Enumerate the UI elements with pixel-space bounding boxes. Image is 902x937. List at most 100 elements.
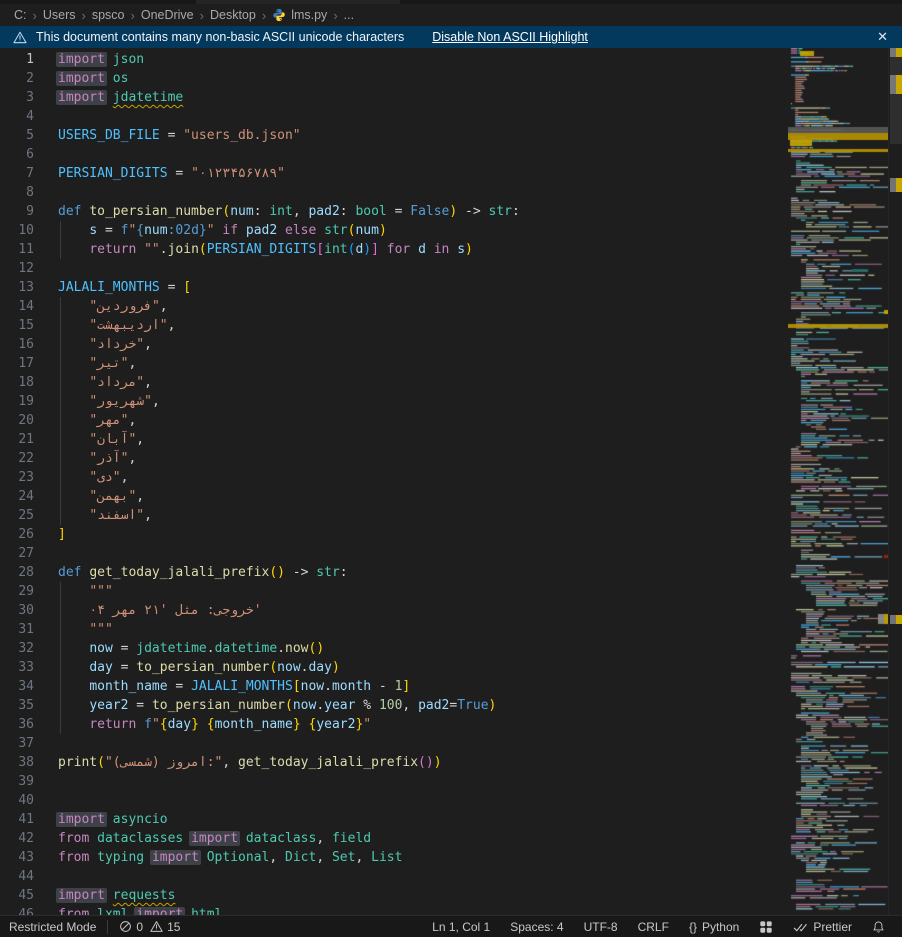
code-token: { (160, 717, 168, 732)
code-token: List (371, 850, 402, 865)
restricted-mode-badge[interactable]: Restricted Mode (0, 916, 105, 937)
code-token: " (152, 717, 160, 732)
code-token: ( (285, 698, 293, 713)
line-number: 4 (0, 107, 34, 126)
code-token: in (434, 242, 450, 257)
code-line[interactable]: 6 (0, 145, 58, 164)
code-line[interactable]: 7PERSIAN_DIGITS = "۰۱۲۳۴۵۶۷۸۹" (0, 164, 285, 183)
statusbar-item-language-mode[interactable]: {}Python (680, 916, 748, 937)
code-line[interactable]: 12 (0, 259, 58, 278)
code-token: , (121, 470, 129, 485)
code-line[interactable]: 20 "مهر", (0, 411, 136, 430)
code-line[interactable]: 1import json (0, 50, 144, 69)
statusbar-item-grid[interactable] (750, 916, 782, 937)
code-line[interactable]: 32 now = jdatetime.datetime.now() (0, 639, 324, 658)
statusbar-item-cursor-position[interactable]: Ln 1, Col 1 (423, 916, 499, 937)
code-line[interactable]: 25 "اسفند", (0, 506, 152, 525)
code-token (199, 850, 207, 865)
code-line[interactable]: 35 year2 = to_persian_number(now.year % … (0, 696, 496, 715)
overview-ruler[interactable] (888, 48, 902, 915)
code-line[interactable]: 21 "آبان", (0, 430, 144, 449)
code-line[interactable]: 37 (0, 734, 58, 753)
code-line[interactable]: 3import jdatetime (0, 88, 183, 107)
scrollbar-thumb[interactable] (890, 48, 902, 144)
code-line[interactable]: 5USERS_DB_FILE = "users_db.json" (0, 126, 301, 145)
code-token: return (89, 717, 136, 732)
breadcrumb-item[interactable]: Desktop (210, 8, 256, 22)
code-line[interactable]: 36 return f"{day} {month_name} {year2}" (0, 715, 371, 734)
code-token: pad2 (246, 223, 277, 238)
statusbar-item-indentation[interactable]: Spaces: 4 (501, 916, 572, 937)
code-token: num (144, 223, 167, 238)
code-line[interactable]: 27 (0, 544, 58, 563)
code-token: [ (293, 679, 301, 694)
line-number: 18 (0, 373, 34, 392)
code-token (105, 90, 113, 105)
close-icon[interactable]: ✕ (873, 29, 892, 45)
line-number: 41 (0, 810, 34, 829)
code-line[interactable]: 18 "مرداد", (0, 373, 152, 392)
code-line[interactable]: 30 خروجی: مثل '۲۱ مهر ۰۴' (0, 601, 262, 620)
code-line[interactable]: 24 "بهمن", (0, 487, 144, 506)
code-line[interactable]: 4 (0, 107, 58, 126)
code-line[interactable]: 19 "شهریور", (0, 392, 160, 411)
breadcrumb-file[interactable]: lms.py (272, 8, 327, 22)
code-line[interactable]: 26] (0, 525, 66, 544)
code-token: ( (199, 242, 207, 257)
code-token: : (254, 204, 270, 219)
code-line[interactable]: 2import os (0, 69, 128, 88)
code-line[interactable]: 16 "خرداد", (0, 335, 152, 354)
code-line[interactable]: 23 "دی", (0, 468, 128, 487)
code-line[interactable]: 44 (0, 867, 58, 886)
code-line[interactable]: 39 (0, 772, 58, 791)
line-number: 19 (0, 392, 34, 411)
statusbar-item-notifications[interactable] (863, 916, 894, 937)
code-line[interactable]: 14 "فروردین", (0, 297, 168, 316)
statusbar-item-eol[interactable]: CRLF (629, 916, 678, 937)
breadcrumb-item[interactable]: OneDrive (141, 8, 194, 22)
code-token: datetime (215, 641, 278, 656)
indent-guide (60, 620, 61, 639)
code-line[interactable]: 40 (0, 791, 58, 810)
line-number: 23 (0, 468, 34, 487)
minimap[interactable] (788, 48, 888, 915)
code-line[interactable]: 34 month_name = JALALI_MONTHS[now.month … (0, 677, 410, 696)
code-line[interactable]: 45import requests (0, 886, 175, 905)
code-token: = (113, 641, 136, 656)
code-line[interactable]: 29 """ (0, 582, 113, 601)
statusbar-item-encoding[interactable]: UTF-8 (575, 916, 627, 937)
code-token (105, 812, 113, 827)
line-number: 16 (0, 335, 34, 354)
code-line[interactable]: 38print("امروز (شمسی):", get_today_jalal… (0, 753, 442, 772)
statusbar-item-prettier[interactable]: Prettier (784, 916, 861, 937)
code-token: dataclass (246, 831, 316, 846)
breadcrumb-item[interactable]: Users (43, 8, 76, 22)
breadcrumb-item[interactable]: C: (14, 8, 27, 22)
code-line[interactable]: 33 day = to_persian_number(now.day) (0, 658, 340, 677)
code-line[interactable]: 42from dataclasses import dataclass, fie… (0, 829, 371, 848)
code-token: typing (97, 850, 144, 865)
code-line[interactable]: 11 return "".join(PERSIAN_DIGITS[int(d)]… (0, 240, 473, 259)
code-line[interactable]: 41import asyncio (0, 810, 168, 829)
code-line[interactable]: 15 "اردیبهشت", (0, 316, 175, 335)
code-line[interactable]: 31 """ (0, 620, 113, 639)
code-line[interactable]: 22 "آذر", (0, 449, 136, 468)
code-line[interactable]: 43from typing import Optional, Dict, Set… (0, 848, 402, 867)
code-token: from (58, 850, 89, 865)
status-bar: Restricted Mode015 Ln 1, Col 1 Spaces: 4 U… (0, 915, 902, 937)
code-line[interactable]: 13JALALI_MONTHS = [ (0, 278, 191, 297)
statusbar-label: Spaces: 4 (510, 920, 563, 934)
code-area[interactable]: 1import json2import os3import jdatetime4… (0, 48, 788, 915)
code-token: num (230, 204, 253, 219)
code-line[interactable]: 46from lxml import html (0, 905, 222, 915)
code-line[interactable]: 8 (0, 183, 58, 202)
code-token: for (387, 242, 410, 257)
breadcrumb-symbol[interactable]: ... (344, 8, 354, 22)
code-line[interactable]: 10 s = f"{num:02d}" if pad2 else str(num… (0, 221, 387, 240)
code-line[interactable]: 9def to_persian_number(num: int, pad2: b… (0, 202, 520, 221)
breadcrumb-item[interactable]: spsco (92, 8, 125, 22)
problems-indicator[interactable]: 015 (110, 916, 189, 937)
code-line[interactable]: 28def get_today_jalali_prefix() -> str: (0, 563, 348, 582)
code-line[interactable]: 17 "تیر", (0, 354, 136, 373)
disable-non-ascii-highlight-link[interactable]: Disable Non ASCII Highlight (432, 30, 588, 44)
